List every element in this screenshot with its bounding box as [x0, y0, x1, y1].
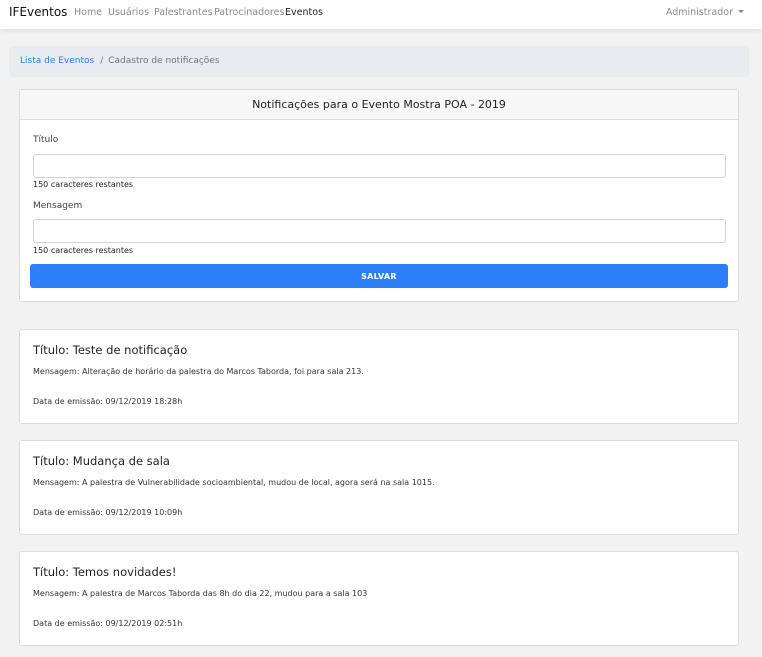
title-label: Título: [33, 135, 59, 145]
notification-card: Título: Teste de notificação Mensagem: A…: [19, 329, 739, 424]
notification-message: Mensagem: Alteração de horário da palest…: [33, 367, 364, 376]
user-menu-label: Administrador: [665, 7, 733, 18]
form-header: Notificações para o Evento Mostra POA - …: [20, 90, 738, 120]
title-char-counter: 150 caracteres restantes: [33, 180, 134, 189]
user-menu-dropdown[interactable]: Administrador: [666, 7, 744, 18]
notification-card: Título: Mudança de sala Mensagem: A pale…: [19, 440, 739, 535]
notification-title: Título: Teste de notificação: [33, 343, 188, 357]
top-navbar: IFEventos Home Usuários Palestrantes Pat…: [0, 0, 762, 29]
title-input[interactable]: [33, 154, 726, 178]
nav-link-home[interactable]: Home: [74, 7, 102, 18]
nav-link-speakers[interactable]: Palestrantes: [154, 7, 213, 18]
nav-link-events[interactable]: Eventos: [285, 7, 323, 18]
brand-logo[interactable]: IFEventos: [9, 5, 67, 19]
message-input[interactable]: [33, 219, 726, 243]
notification-card: Título: Temos novidades! Mensagem: A pal…: [19, 551, 739, 646]
notification-form-card: Notificações para o Evento Mostra POA - …: [19, 89, 739, 302]
notification-date: Data de emissão: 09/12/2019 10:09h: [33, 508, 183, 517]
breadcrumb-current: Cadastro de notificações: [108, 56, 220, 66]
notification-date: Data de emissão: 09/12/2019 02:51h: [33, 619, 183, 628]
notification-title: Título: Mudança de sala: [33, 454, 170, 468]
notification-message: Mensagem: A palestra de Marcos Taborda d…: [33, 589, 368, 598]
caret-down-icon: [738, 10, 744, 13]
breadcrumb-separator: /: [100, 56, 104, 66]
notification-title: Título: Temos novidades!: [33, 565, 177, 579]
notification-message: Mensagem: A palestra de Vulnerabilidade …: [33, 478, 435, 487]
nav-link-sponsors[interactable]: Patrocinadores: [214, 7, 284, 18]
message-char-counter: 150 caracteres restantes: [33, 246, 134, 255]
breadcrumb-link-event-list[interactable]: Lista de Eventos: [20, 56, 94, 66]
breadcrumb: Lista de Eventos / Cadastro de notificaçõe…: [9, 46, 749, 77]
save-button[interactable]: SALVAR: [30, 264, 728, 288]
notification-date: Data de emissão: 09/12/2019 18:28h: [33, 397, 183, 406]
message-label: Mensagem: [33, 201, 83, 211]
nav-link-users[interactable]: Usuários: [108, 7, 149, 18]
